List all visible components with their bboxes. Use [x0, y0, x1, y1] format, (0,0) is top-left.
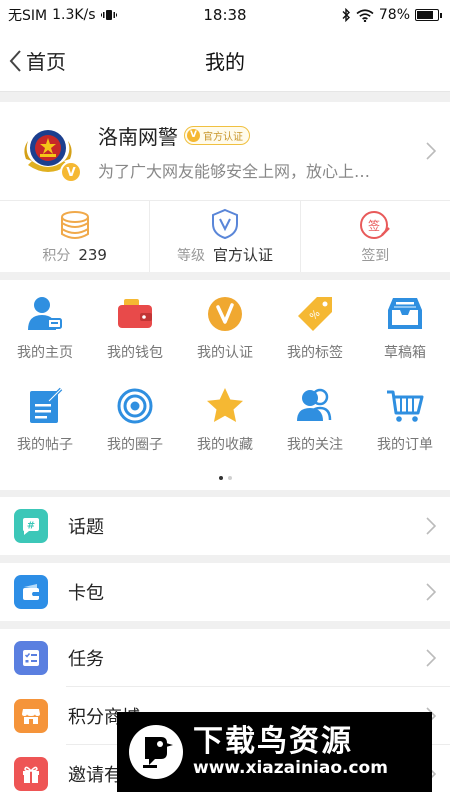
section-gap [0, 555, 450, 563]
chevron-right-icon [426, 517, 436, 535]
grid-label: 我的认证 [197, 345, 253, 361]
cert-badge-label: 官方认证 [203, 131, 243, 143]
menu-label: 任务 [68, 649, 104, 670]
grid-item-posts[interactable]: 我的帖子 [0, 384, 90, 454]
grid-label: 我的钱包 [107, 345, 163, 361]
topic-icon: # [14, 509, 48, 543]
status-left: 无SIM 1.3K/s [8, 5, 117, 25]
grid-item-verify[interactable]: 我的认证 [180, 292, 270, 362]
grid-item-wallet[interactable]: 我的钱包 [90, 292, 180, 362]
stat-level-label: 等级 [176, 248, 205, 264]
page-dot[interactable] [227, 476, 232, 480]
v-badge-icon: V [187, 128, 200, 142]
grid-label: 我的圈子 [107, 437, 163, 453]
menu-item-topic[interactable]: # 话题 [0, 497, 450, 555]
official-cert-badge: V 官方认证 [184, 125, 250, 145]
profile-card[interactable]: V 洛南网警 V 官方认证 为了广大网友能够安全上网，放心上… [0, 102, 450, 200]
chevron-right-icon [426, 142, 436, 160]
section-gap [0, 272, 450, 280]
card-icon [14, 575, 48, 609]
grid-label: 草稿箱 [384, 345, 426, 361]
stat-points-value: 239 [78, 245, 107, 264]
carrier-label: 无SIM [8, 8, 48, 24]
chevron-right-icon [426, 583, 436, 601]
stat-points-label: 积分 [42, 247, 71, 264]
verify-icon [203, 292, 247, 336]
circle-icon [113, 384, 157, 428]
stat-signin-label: 签到 [361, 247, 390, 264]
stats-bar: 积分 239 等级 官方认证 签 签到 [0, 200, 450, 272]
grid-label: 我的关注 [287, 437, 343, 453]
chevron-left-icon [9, 49, 21, 72]
grid-item-drafts[interactable]: 草稿箱 [360, 292, 450, 362]
coins-icon [60, 210, 89, 239]
grid-label: 我的帖子 [17, 437, 73, 453]
cart-icon [383, 384, 427, 428]
battery-percent: 78% [378, 7, 410, 23]
status-right: 78% [341, 7, 442, 23]
battery-icon [415, 9, 442, 21]
page-indicator [0, 476, 450, 480]
follow-icon [293, 384, 337, 428]
gift-icon [14, 757, 48, 791]
vibrate-icon [100, 10, 117, 20]
avatar[interactable]: V [18, 121, 82, 183]
grid-item-circles[interactable]: 我的圈子 [90, 384, 180, 454]
status-bar: 无SIM 1.3K/s 18:38 78% [0, 0, 450, 30]
menu-item-card[interactable]: 卡包 [0, 563, 450, 621]
watermark-text: 下载鸟资源 www.xiazainiao.com [193, 725, 388, 778]
network-speed: 1.3K/s [52, 7, 96, 23]
tag-icon: % [293, 292, 337, 336]
profile-description: 为了广大网友能够安全上网，放心上… [98, 161, 371, 181]
grid-item-homepage[interactable]: 我的主页 [0, 292, 90, 362]
watermark-url: www.xiazainiao.com [193, 758, 388, 779]
profile-name: 洛南网警 [98, 124, 178, 149]
grid-label: 我的收藏 [197, 437, 253, 453]
watermark-title: 下载鸟资源 [193, 724, 353, 760]
grid-item-tags[interactable]: % 我的标签 [270, 292, 360, 362]
menu-item-task[interactable]: 任务 [0, 629, 450, 687]
menu-label: 卡包 [68, 583, 104, 604]
back-button[interactable]: 首页 [0, 30, 66, 91]
stat-points[interactable]: 积分 239 [0, 201, 151, 272]
star-icon [203, 384, 247, 428]
task-icon [14, 641, 48, 675]
post-icon [23, 384, 67, 428]
profile-info: 洛南网警 V 官方认证 为了广大网友能够安全上网，放心上… [98, 121, 418, 182]
menu-label: 话题 [68, 517, 104, 538]
profile-name-row: 洛南网警 V 官方认证 [98, 121, 418, 150]
back-label: 首页 [26, 50, 66, 74]
grid-item-favorites[interactable]: 我的收藏 [180, 384, 270, 454]
grid-label: 我的标签 [287, 345, 343, 361]
grid-item-orders[interactable]: 我的订单 [360, 384, 450, 454]
wallet-icon [113, 292, 157, 336]
page-dot-active [218, 476, 223, 480]
draft-box-icon [383, 292, 427, 336]
section-gap [0, 92, 450, 102]
nav-bar: 首页 我的 [0, 30, 450, 92]
bluetooth-icon [342, 8, 350, 22]
svg-text:#: # [27, 521, 35, 532]
feature-grid: 我的主页 我的钱包 我的认证 % 我的标签 草稿箱 我的帖子 我的圈子 我的收藏… [0, 280, 450, 490]
watermark-banner: 下载鸟资源 www.xiazainiao.com [117, 712, 432, 792]
user-page-icon [23, 292, 67, 336]
page-title: 我的 [205, 50, 245, 74]
shield-v-icon [211, 208, 238, 240]
verified-v-icon: V [60, 161, 82, 183]
store-icon [14, 699, 48, 733]
stat-level-value: 官方认证 [212, 246, 273, 264]
chevron-right-icon [426, 649, 436, 667]
section-gap [0, 621, 450, 629]
grid-label: 我的主页 [17, 345, 73, 361]
sign-in-icon: 签 [360, 210, 391, 239]
bird-logo-icon [129, 725, 183, 779]
stat-level[interactable]: 等级 官方认证 [150, 201, 301, 272]
section-gap [0, 490, 450, 497]
grid-item-following[interactable]: 我的关注 [270, 384, 360, 454]
wifi-icon [356, 8, 374, 22]
grid-label: 我的订单 [377, 437, 433, 453]
stat-signin[interactable]: 签 签到 [301, 201, 450, 272]
svg-text:签: 签 [368, 218, 380, 233]
